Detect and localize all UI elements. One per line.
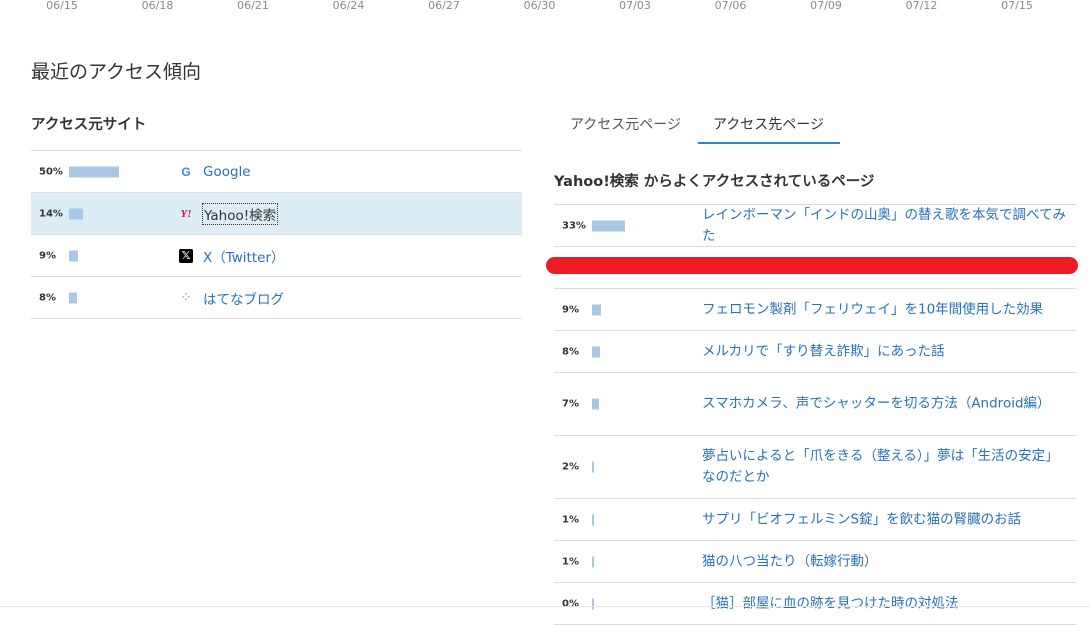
date-tick: 06/21: [237, 0, 269, 12]
section-title: 最近のアクセス傾向: [31, 61, 202, 83]
page-share-bar: [592, 556, 594, 567]
bottom-divider: [0, 606, 1090, 607]
pages-heading: Yahoo!検索 からよくアクセスされているページ: [554, 174, 875, 190]
source-row[interactable]: 50% G Google: [31, 151, 522, 193]
source-link[interactable]: Google: [203, 164, 251, 180]
source-link[interactable]: はてなブログ: [203, 288, 284, 308]
date-tick: 07/15: [1001, 0, 1033, 12]
page-row: 1% 猫の八つ当たり（転嫁行動）: [554, 541, 1076, 583]
source-link[interactable]: X（Twitter）: [203, 246, 285, 266]
active-tab-indicator: [698, 142, 840, 144]
source-link[interactable]: Yahoo!検索: [201, 202, 279, 225]
source-share-bar: [69, 292, 77, 303]
date-tick: 06/30: [523, 0, 556, 12]
page-row: 1% サプリ「ビオフェルミンS錠」を飲む猫の腎臓のお話: [554, 499, 1076, 541]
page-tabs: アクセス元ページ アクセス先ページ: [555, 102, 1076, 144]
google-icon: G: [181, 164, 191, 179]
date-tick: 07/09: [810, 0, 842, 12]
date-tick: 06/15: [46, 0, 78, 12]
access-sources-list: 50% G Google 14% Y! Yahoo!検索 9% 𝕏 X（Twitter） 8% ⁘ は…: [31, 151, 522, 319]
access-sources-heading: アクセス元サイト: [31, 114, 522, 151]
source-share-bar: [69, 250, 78, 261]
page-share-bar: [592, 398, 599, 410]
page-percent: 33%: [562, 220, 586, 231]
date-tick: 07/12: [905, 0, 938, 12]
x-icon: 𝕏: [179, 248, 193, 263]
yahoo-icon: Y!: [180, 207, 192, 220]
source-row[interactable]: 9% 𝕏 X（Twitter）: [31, 235, 522, 277]
page-link[interactable]: ［猫］部屋に血の跡を見つけた時の対処法: [702, 593, 1070, 614]
date-tick: 06/18: [141, 0, 174, 12]
page-row: 33% レインボーマン「インドの山奥」の替え歌を本気で調べてみた: [554, 205, 1076, 247]
source-percent: 8%: [39, 292, 56, 303]
page-share-bar: [592, 514, 594, 525]
date-axis: 06/15 06/18 06/21 06/24 06/27 06/30 07/03 07/06…: [0, 0, 1090, 14]
page-share-bar: [592, 304, 601, 315]
date-tick: 07/03: [619, 0, 651, 12]
red-highlight-annotation: [546, 257, 1078, 274]
source-share-bar: [69, 166, 119, 177]
page-share-bar: [592, 346, 600, 357]
page-row: 9% フェロモン製剤「フェリウェイ」を10年間使用した効果: [554, 289, 1076, 331]
page-row: 8% メルカリで「すり替え詐欺」にあった話: [554, 331, 1076, 373]
page-percent: 1%: [562, 514, 579, 525]
source-row[interactable]: 14% Y! Yahoo!検索: [31, 193, 522, 235]
tab-destination-pages[interactable]: アクセス先ページ: [713, 114, 824, 134]
page-percent: 2%: [562, 461, 579, 473]
source-row[interactable]: 8% ⁘ はてなブログ: [31, 277, 522, 319]
hatena-icon: ⁘: [181, 292, 191, 303]
date-tick: 06/24: [332, 0, 365, 12]
page-row: 0% ［猫］部屋に血の跡を見つけた時の対処法: [554, 583, 1076, 625]
access-sources-panel: アクセス元サイト 50% G Google 14% Y! Yahoo!検索 9% 𝕏 X（Twi…: [31, 114, 522, 319]
page-share-bar: [592, 461, 594, 473]
source-percent: 50%: [39, 166, 63, 177]
page-link[interactable]: メルカリで「すり替え詐欺」にあった話: [702, 341, 1070, 362]
page-percent: 1%: [562, 556, 579, 567]
page-link[interactable]: フェロモン製剤「フェリウェイ」を10年間使用した効果: [702, 299, 1070, 320]
source-percent: 14%: [39, 208, 63, 219]
source-percent: 9%: [39, 250, 56, 261]
page-percent: 0%: [562, 598, 579, 609]
page-link[interactable]: 猫の八つ当たり（転嫁行動）: [702, 551, 1070, 572]
date-tick: 06/27: [428, 0, 460, 12]
page-link[interactable]: 夢占いによると「爪をきる（整える）」夢は「生活の安定」なのだとか: [702, 446, 1070, 488]
page-link[interactable]: スマホカメラ、声でシャッターを切る方法（Android編）: [702, 394, 1070, 415]
page-percent: 9%: [562, 304, 579, 315]
source-share-bar: [69, 208, 83, 219]
page-link[interactable]: サプリ「ビオフェルミンS錠」を飲む猫の腎臓のお話: [702, 509, 1070, 530]
tab-origin-pages[interactable]: アクセス元ページ: [570, 114, 681, 134]
page-share-bar: [592, 598, 594, 609]
page-share-bar: [592, 220, 625, 231]
page-row: 7% スマホカメラ、声でシャッターを切る方法（Android編）: [554, 373, 1076, 436]
date-tick: 07/06: [714, 0, 747, 12]
page-percent: 8%: [562, 346, 579, 357]
page-row: 2% 夢占いによると「爪をきる（整える）」夢は「生活の安定」なのだとか: [554, 436, 1076, 499]
page-link[interactable]: レインボーマン「インドの山奥」の替え歌を本気で調べてみた: [702, 205, 1070, 247]
page-percent: 7%: [562, 398, 579, 410]
